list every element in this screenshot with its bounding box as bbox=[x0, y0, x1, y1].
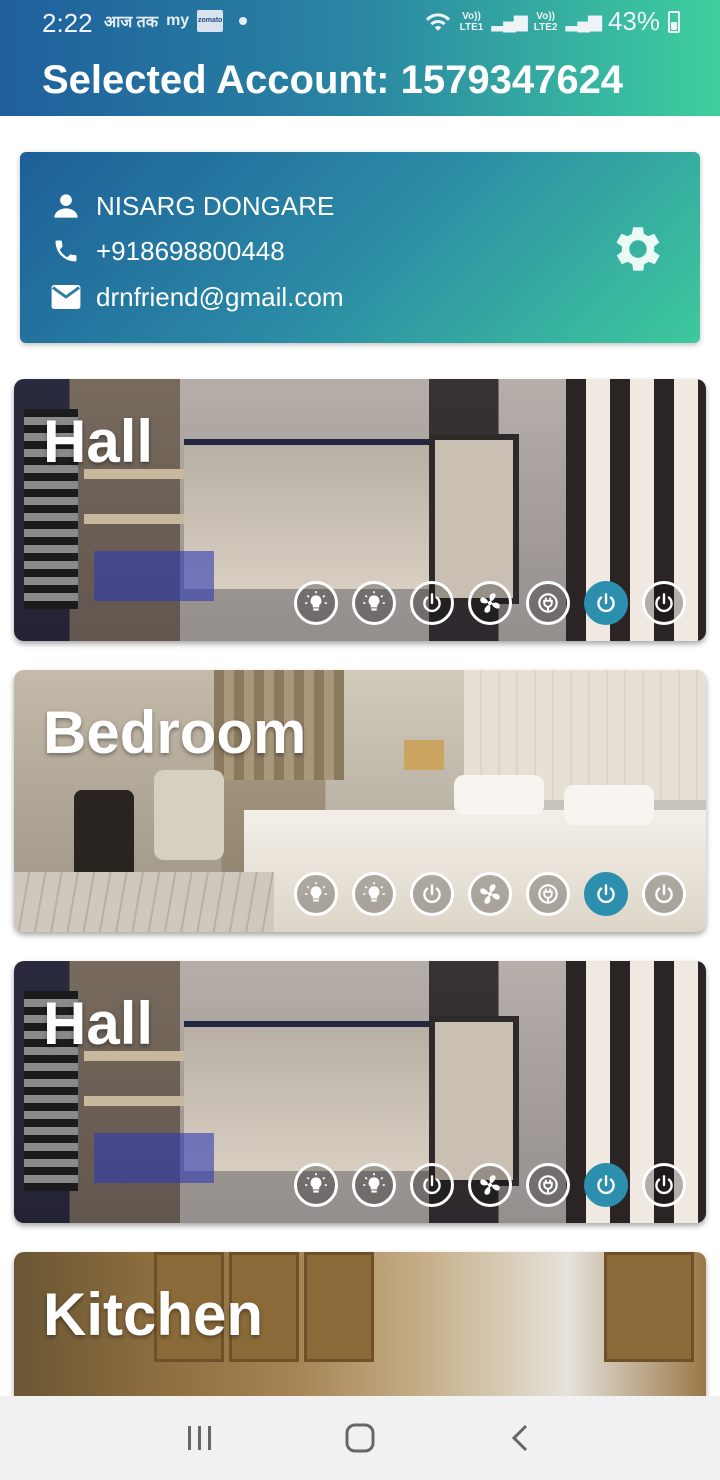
device-toggle-fan-button[interactable] bbox=[468, 581, 512, 625]
device-toggle-power-button[interactable] bbox=[642, 1163, 686, 1207]
page-title: Selected Account: 1579347624 bbox=[42, 58, 624, 102]
app-header: 2:22 आज तक my zomato Vo)) LTE1 ▂▄▆ Vo)) LT… bbox=[0, 0, 720, 116]
fan-icon bbox=[477, 590, 503, 616]
device-toggle-bulb-button[interactable] bbox=[352, 1163, 396, 1207]
plug-icon bbox=[535, 881, 561, 907]
settings-gear-icon[interactable] bbox=[608, 219, 668, 279]
bulb-icon bbox=[303, 1172, 329, 1198]
plug-icon bbox=[535, 590, 561, 616]
lte1-label: Vo)) LTE1 bbox=[459, 10, 484, 33]
device-toggle-bulb-button[interactable] bbox=[294, 872, 338, 916]
device-toggle-bulb-button[interactable] bbox=[352, 581, 396, 625]
device-toggle-plug-button[interactable] bbox=[526, 581, 570, 625]
power-icon bbox=[651, 590, 677, 616]
plug-icon bbox=[535, 1172, 561, 1198]
home-icon bbox=[345, 1423, 375, 1453]
signal-2-icon: ▂▄▆ bbox=[565, 11, 602, 31]
account-card[interactable]: NISARG DONGARE +918698800448 drnfriend@g… bbox=[20, 152, 700, 343]
power-icon bbox=[419, 881, 445, 907]
account-phone: +918698800448 bbox=[96, 235, 285, 266]
device-toggle-power-button[interactable] bbox=[584, 581, 628, 625]
power-icon bbox=[593, 881, 619, 907]
device-toggle-power-button[interactable] bbox=[410, 1163, 454, 1207]
bulb-icon bbox=[361, 881, 387, 907]
room-title: Bedroom bbox=[43, 699, 307, 766]
device-toggle-power-button[interactable] bbox=[642, 872, 686, 916]
zomato-icon: zomato bbox=[197, 10, 224, 32]
bulb-icon bbox=[303, 881, 329, 907]
bulb-icon bbox=[361, 1172, 387, 1198]
more-notifications-dot bbox=[239, 17, 248, 25]
room-card-hall-2[interactable]: Hall bbox=[14, 961, 706, 1223]
power-icon bbox=[419, 1172, 445, 1198]
power-icon bbox=[593, 590, 619, 616]
room-card-bedroom[interactable]: Bedroom bbox=[14, 670, 706, 932]
bulb-icon bbox=[361, 590, 387, 616]
fan-icon bbox=[477, 881, 503, 907]
device-toggle-bulb-button[interactable] bbox=[352, 872, 396, 916]
signal-1-icon: ▂▄▆ bbox=[491, 11, 527, 31]
device-toggle-power-button[interactable] bbox=[584, 872, 628, 916]
back-icon bbox=[511, 1424, 528, 1452]
device-toggle-plug-button[interactable] bbox=[526, 872, 570, 916]
recent-apps-icon bbox=[188, 1426, 211, 1450]
person-icon bbox=[50, 190, 82, 222]
phone-icon bbox=[50, 235, 82, 267]
device-toggle-bulb-button[interactable] bbox=[294, 581, 338, 625]
room-title: Hall bbox=[43, 408, 154, 475]
email-icon bbox=[50, 281, 82, 313]
account-email-row: drnfriend@gmail.com bbox=[50, 281, 343, 313]
power-icon bbox=[419, 590, 445, 616]
device-toggle-bulb-button[interactable] bbox=[294, 1163, 338, 1207]
device-toggle-power-button[interactable] bbox=[584, 1163, 628, 1207]
aajtak-icon: आज तक bbox=[104, 14, 159, 31]
back-button[interactable] bbox=[495, 1413, 545, 1463]
device-toggle-fan-button[interactable] bbox=[468, 1163, 512, 1207]
room-card-hall[interactable]: Hall bbox=[14, 379, 706, 641]
bulb-icon bbox=[303, 590, 329, 616]
power-icon bbox=[651, 881, 677, 907]
room-title: Kitchen bbox=[43, 1281, 264, 1348]
battery-percent: 43% bbox=[607, 6, 660, 36]
account-email: drnfriend@gmail.com bbox=[96, 281, 344, 312]
lte2-label: Vo)) LTE2 bbox=[533, 10, 558, 33]
wifi-icon bbox=[425, 12, 450, 31]
system-nav-bar bbox=[0, 1396, 720, 1480]
device-controls bbox=[294, 581, 686, 625]
fan-icon bbox=[477, 1172, 503, 1198]
device-toggle-power-button[interactable] bbox=[642, 581, 686, 625]
device-controls bbox=[294, 1163, 686, 1207]
paytm-icon: my bbox=[166, 12, 190, 29]
power-icon bbox=[593, 1172, 619, 1198]
status-bar: 2:22 आज तक my zomato Vo)) LTE1 ▂▄▆ Vo)) LT… bbox=[0, 0, 720, 44]
account-phone-row: +918698800448 bbox=[50, 235, 285, 267]
status-time: 2:22 bbox=[42, 8, 93, 38]
device-toggle-fan-button[interactable] bbox=[468, 872, 512, 916]
power-icon bbox=[651, 1172, 677, 1198]
recent-apps-button[interactable] bbox=[175, 1413, 225, 1463]
system-icons: Vo)) LTE1 ▂▄▆ Vo)) LTE2 ▂▄▆ 43% bbox=[424, 6, 680, 37]
device-toggle-power-button[interactable] bbox=[410, 872, 454, 916]
room-card-kitchen[interactable]: Kitchen bbox=[14, 1252, 706, 1396]
home-button[interactable] bbox=[335, 1413, 385, 1463]
device-toggle-power-button[interactable] bbox=[410, 581, 454, 625]
notification-icons: आज तक my zomato bbox=[104, 10, 248, 32]
battery-icon bbox=[668, 10, 680, 33]
device-controls bbox=[294, 872, 686, 916]
account-name-row: NISARG DONGARE bbox=[50, 190, 334, 222]
device-toggle-plug-button[interactable] bbox=[526, 1163, 570, 1207]
account-name: NISARG DONGARE bbox=[96, 190, 335, 221]
room-title: Hall bbox=[43, 990, 154, 1057]
